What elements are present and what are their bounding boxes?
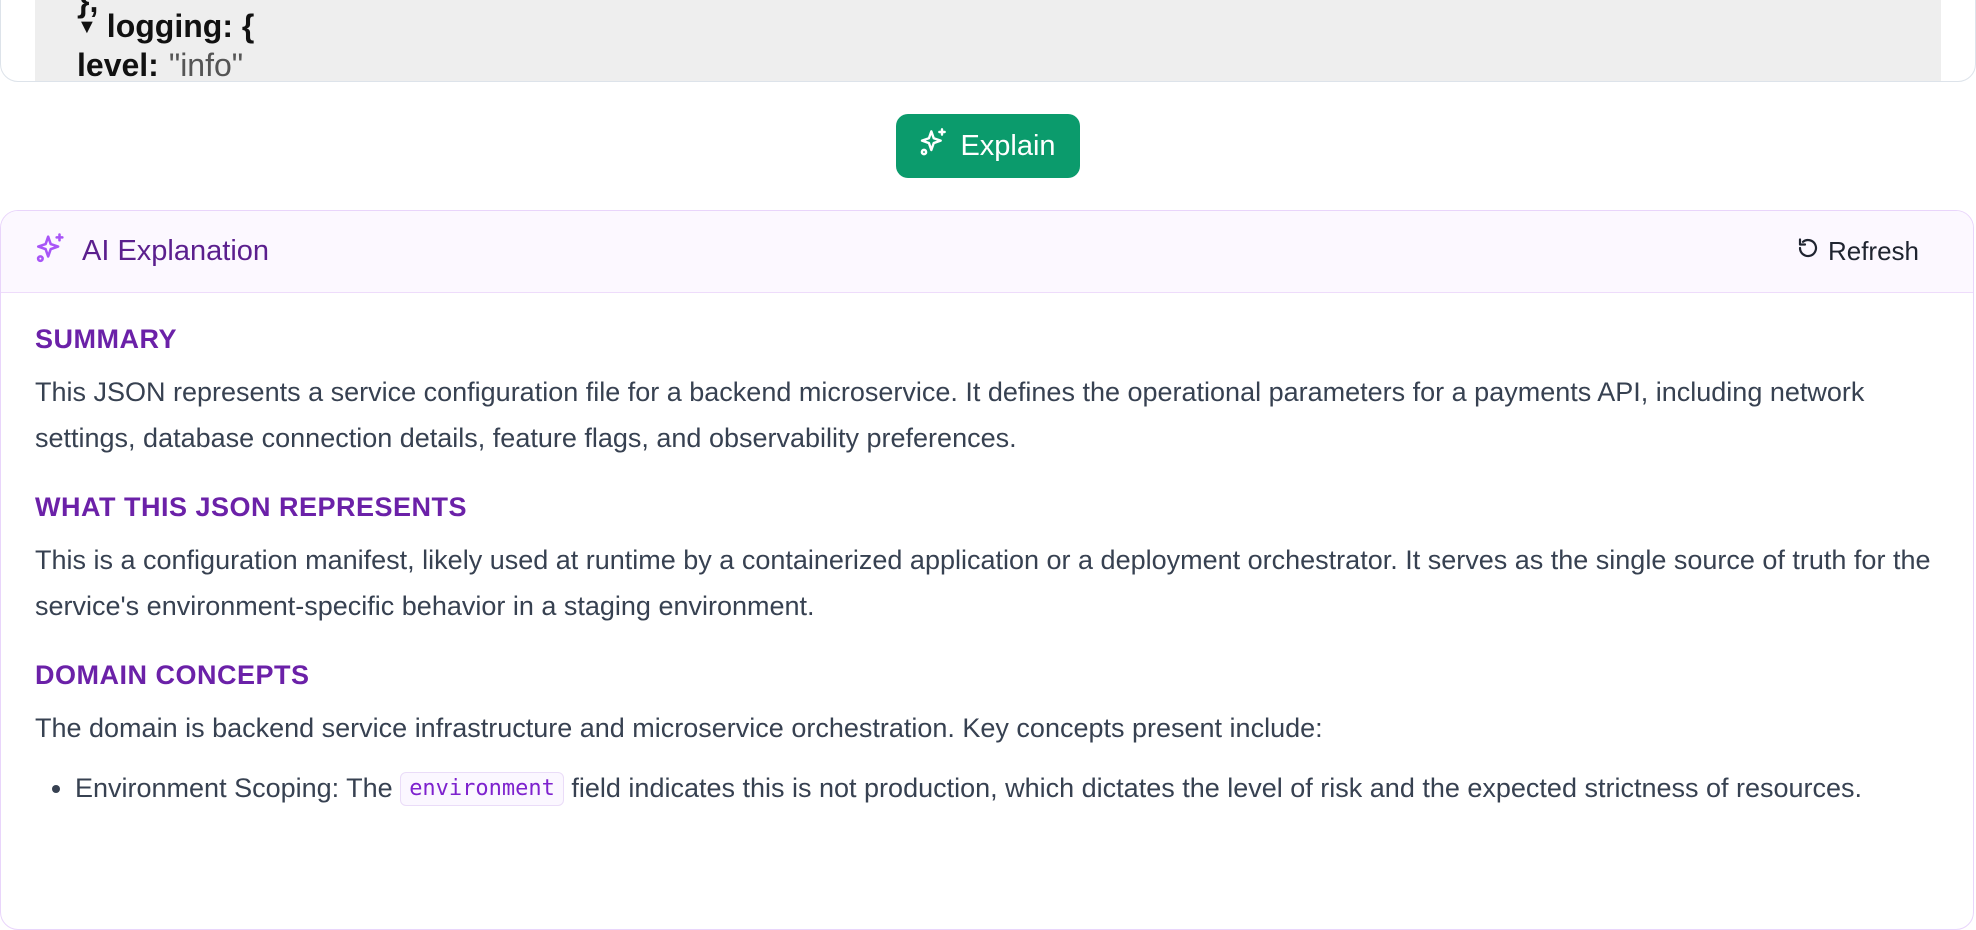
- inline-code: environment: [400, 772, 564, 806]
- section-summary: SUMMARY This JSON represents a service c…: [35, 319, 1939, 461]
- ai-explanation-header: AI Explanation Refresh: [1, 211, 1973, 293]
- json-key-logging: logging: {: [106, 8, 255, 44]
- json-viewer-panel: }, ▼ logging: { level: "info": [0, 0, 1976, 82]
- json-node-level: level: "info": [77, 45, 244, 82]
- sparkles-icon: [918, 126, 950, 166]
- json-value-level: "info": [168, 47, 244, 82]
- section-text: The domain is backend service infrastruc…: [35, 713, 1323, 743]
- section-text: This JSON represents a service configura…: [35, 377, 1865, 453]
- section-domain-concepts: DOMAIN CONCEPTS The domain is backend se…: [35, 655, 1939, 811]
- explain-button-label: Explain: [960, 129, 1056, 162]
- ai-explanation-title: AI Explanation: [34, 231, 269, 273]
- bullet-suffix: field indicates this is not production, …: [563, 773, 1863, 803]
- ai-explanation-panel: AI Explanation Refresh SUMMARY This JSON…: [0, 210, 1974, 930]
- bullet-prefix: Environment Scoping: The: [75, 773, 401, 803]
- section-heading: DOMAIN CONCEPTS: [35, 660, 310, 690]
- list-item: Environment Scoping: The environment fie…: [75, 765, 1939, 811]
- refresh-button[interactable]: Refresh: [1790, 235, 1925, 268]
- section-heading: SUMMARY: [35, 324, 177, 354]
- caret-down-icon[interactable]: ▼: [77, 7, 97, 47]
- refresh-button-label: Refresh: [1827, 236, 1919, 266]
- json-key-level: level:: [77, 47, 159, 82]
- json-tree: }, ▼ logging: { level: "info": [35, 0, 1941, 81]
- ai-explanation-title-text: AI Explanation: [82, 235, 270, 267]
- explain-button-row: Explain: [0, 114, 1976, 178]
- refresh-icon: [1796, 236, 1820, 267]
- json-node-logging[interactable]: ▼ logging: {: [77, 6, 254, 47]
- ai-explanation-body: SUMMARY This JSON represents a service c…: [1, 293, 1973, 811]
- sparkles-icon: [34, 231, 68, 273]
- section-heading: WHAT THIS JSON REPRESENTS: [35, 492, 468, 522]
- section-what-this-json-represents: WHAT THIS JSON REPRESENTS This is a conf…: [35, 487, 1939, 629]
- section-text: This is a configuration manifest, likely…: [35, 545, 1931, 621]
- explain-button[interactable]: Explain: [896, 114, 1080, 178]
- domain-concepts-list: Environment Scoping: The environment fie…: [35, 765, 1939, 811]
